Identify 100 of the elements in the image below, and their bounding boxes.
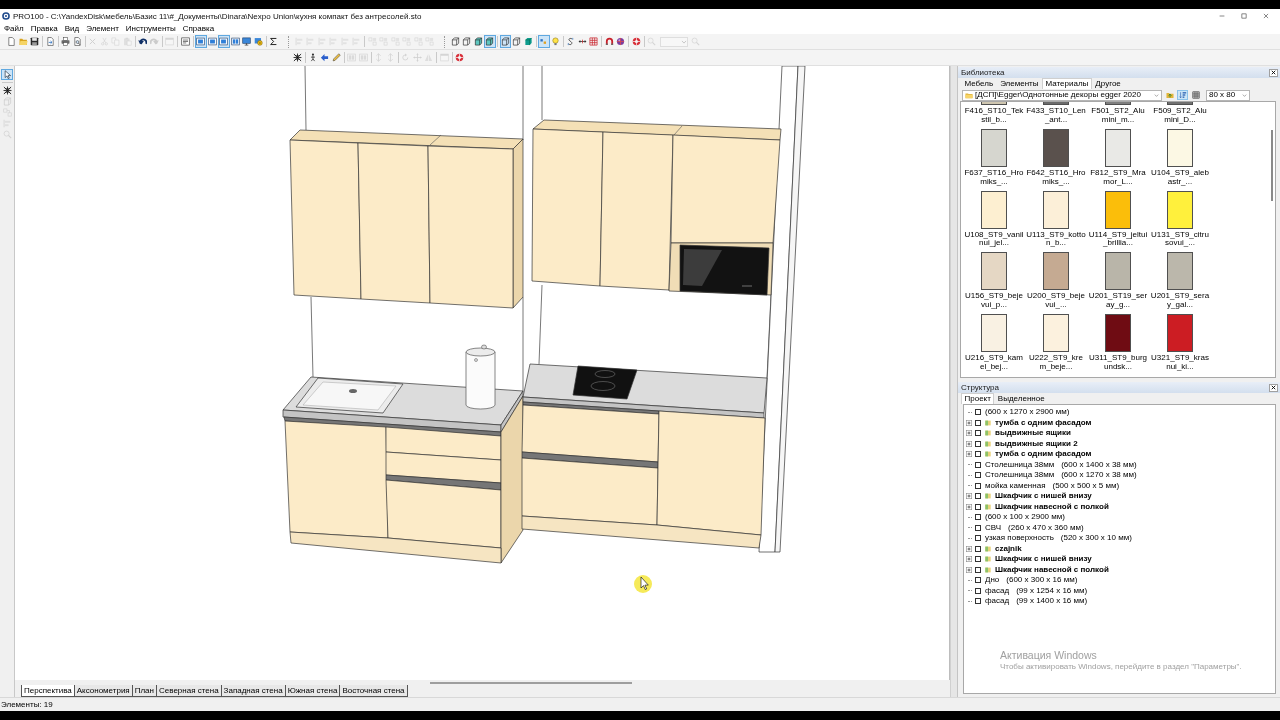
expand-icon[interactable] [966, 451, 972, 458]
group-name[interactable]: Шкафчик навесной с полкой [995, 564, 1109, 575]
part-size[interactable]: (99 x 1254 x 16 мм) [1016, 585, 1088, 596]
part-size[interactable]: (99 x 1400 x 16 мм) [1016, 596, 1088, 607]
part-size[interactable]: (500 x 500 x 5 мм) [1052, 480, 1120, 491]
part-name[interactable]: фасад [985, 596, 1010, 607]
swatch-icon[interactable] [1105, 252, 1131, 291]
material-label[interactable]: F637_ST16_Hromiks_... [964, 169, 1024, 186]
part-name[interactable]: фасад [985, 585, 1010, 596]
tool-button[interactable] [1190, 90, 1201, 100]
swatch-icon[interactable] [1105, 314, 1131, 353]
material-label[interactable]: F501_ST2_Alumini_m... [1088, 107, 1148, 125]
checkbox[interactable] [975, 556, 981, 563]
material-label[interactable]: U156_ST9_bejevui_p... [964, 292, 1024, 310]
group-name[interactable]: Шкафчик с нишей внизу [995, 491, 1092, 502]
checkbox[interactable] [975, 472, 981, 479]
part-size[interactable]: (600 x 1400 x 38 мм) [1061, 459, 1137, 470]
checkbox[interactable] [975, 514, 981, 521]
menu-item[interactable]: Инструменты [122, 23, 180, 34]
swatch-icon[interactable] [1105, 129, 1131, 167]
expand-icon[interactable] [966, 419, 972, 426]
checkbox[interactable] [975, 430, 981, 437]
material-label[interactable]: F433_ST10_Len_ant... [1026, 107, 1086, 125]
view-tab[interactable]: Аксонометрия [73, 685, 133, 697]
folder-dropdown[interactable]: [ДСП]\Egger\Однотонные декоры egger 2020 [962, 89, 1162, 101]
material-label[interactable]: F509_ST2_Alumini_D... [1150, 107, 1210, 125]
material-label[interactable]: U108_ST9_vanilnui_jel... [964, 230, 1024, 248]
scrollbar-thumb[interactable] [1271, 130, 1273, 201]
group-name[interactable]: тумба с одним фасадом [995, 417, 1092, 428]
panel-tab[interactable]: Другое [1091, 78, 1125, 89]
menu-item[interactable]: Файл [0, 23, 28, 34]
swatch-icon[interactable] [1167, 129, 1193, 167]
part-name[interactable]: Дно [985, 575, 1000, 586]
checkbox[interactable] [975, 545, 981, 552]
view-tab[interactable]: Северная стена [156, 685, 222, 697]
tool-button[interactable] [1164, 90, 1175, 100]
expand-icon[interactable] [966, 545, 972, 552]
checkbox[interactable] [975, 482, 981, 489]
checkbox[interactable] [975, 503, 981, 510]
checkbox[interactable] [975, 409, 981, 416]
material-label[interactable]: U201_ST19_seray_g... [1088, 292, 1148, 310]
swatch-icon[interactable] [1043, 314, 1069, 353]
checkbox[interactable] [975, 566, 981, 573]
swatch-icon[interactable] [981, 129, 1007, 167]
swatch-icon[interactable] [1167, 190, 1193, 229]
part-size[interactable]: (600 x 1270 x 2900 мм) [985, 407, 1070, 418]
toolbar-button[interactable] [137, 35, 149, 48]
expand-icon[interactable] [966, 493, 972, 500]
material-label[interactable]: F642_ST16_Hromiks_... [1026, 169, 1086, 186]
group-name[interactable]: Шкафчик навесной с полкой [995, 501, 1109, 512]
material-label[interactable]: U131_ST9_citrusovui_... [1150, 230, 1210, 248]
toolbar-button[interactable] [615, 35, 627, 48]
view-tab[interactable]: Южная стена [284, 685, 341, 697]
swatch-icon[interactable] [981, 314, 1007, 353]
material-label[interactable]: U311_ST9_burgundsk... [1088, 354, 1148, 372]
checkbox[interactable] [975, 524, 981, 531]
view-tab[interactable]: Восточная стена [339, 685, 408, 697]
swatch-icon[interactable] [1167, 314, 1193, 353]
group-name[interactable]: выдвижные ящики [995, 428, 1071, 439]
panel-tab[interactable]: Материалы [1042, 78, 1092, 89]
view-tab[interactable]: План [131, 685, 157, 697]
checkbox[interactable] [975, 451, 981, 458]
toolbar-button[interactable] [292, 51, 304, 64]
part-name[interactable]: Столешница 38мм [985, 459, 1055, 470]
material-label[interactable]: U104_ST9_alebastr_... [1150, 169, 1210, 186]
expand-icon[interactable] [966, 440, 972, 447]
menu-item[interactable]: Справка [179, 23, 218, 34]
checkbox[interactable] [975, 461, 981, 468]
expand-icon[interactable] [966, 566, 972, 573]
checkbox[interactable] [975, 577, 981, 584]
menu-item[interactable]: Элемент [82, 23, 123, 34]
material-label[interactable]: U216_ST9_kamel_bej... [964, 354, 1024, 372]
part-size[interactable]: (260 x 470 x 360 мм) [1008, 522, 1084, 533]
checkbox[interactable] [975, 493, 981, 500]
checkbox[interactable] [975, 419, 981, 426]
part-size[interactable]: (600 x 100 x 2900 мм) [985, 512, 1065, 523]
expand-icon[interactable] [966, 556, 972, 563]
close-button[interactable] [1269, 68, 1278, 77]
checkbox[interactable] [975, 440, 981, 447]
size-dropdown[interactable]: 80 x 80 [1206, 89, 1250, 101]
swatch-icon[interactable] [1043, 129, 1069, 167]
group-name[interactable]: выдвижные ящики 2 [995, 438, 1078, 449]
material-label[interactable]: U200_ST9_bejevui_... [1026, 292, 1086, 310]
swatch-icon[interactable] [1167, 252, 1193, 291]
group-name[interactable]: Шкафчик с нишей внизу [995, 554, 1092, 565]
tool-button[interactable] [1177, 90, 1188, 100]
material-label[interactable]: F812_ST9_Mramor_L... [1088, 169, 1148, 186]
material-label[interactable]: U321_ST9_krasnui_ki... [1150, 354, 1210, 372]
part-size[interactable]: (600 x 300 x 16 мм) [1006, 575, 1078, 586]
part-name[interactable]: Столешница 38мм [985, 470, 1055, 481]
checkbox[interactable] [975, 535, 981, 542]
part-name[interactable]: узкая поверхность [985, 533, 1054, 544]
part-size[interactable]: (600 x 1270 x 38 мм) [1061, 470, 1137, 481]
close-button[interactable] [1269, 383, 1278, 392]
group-name[interactable]: czajnik [995, 543, 1022, 554]
panel-tab[interactable]: Выделенное [994, 393, 1049, 404]
swatch-icon[interactable] [1105, 190, 1131, 229]
expand-icon[interactable] [966, 503, 972, 510]
part-name[interactable]: СВЧ [985, 522, 1002, 533]
swatch-icon[interactable] [981, 190, 1007, 229]
